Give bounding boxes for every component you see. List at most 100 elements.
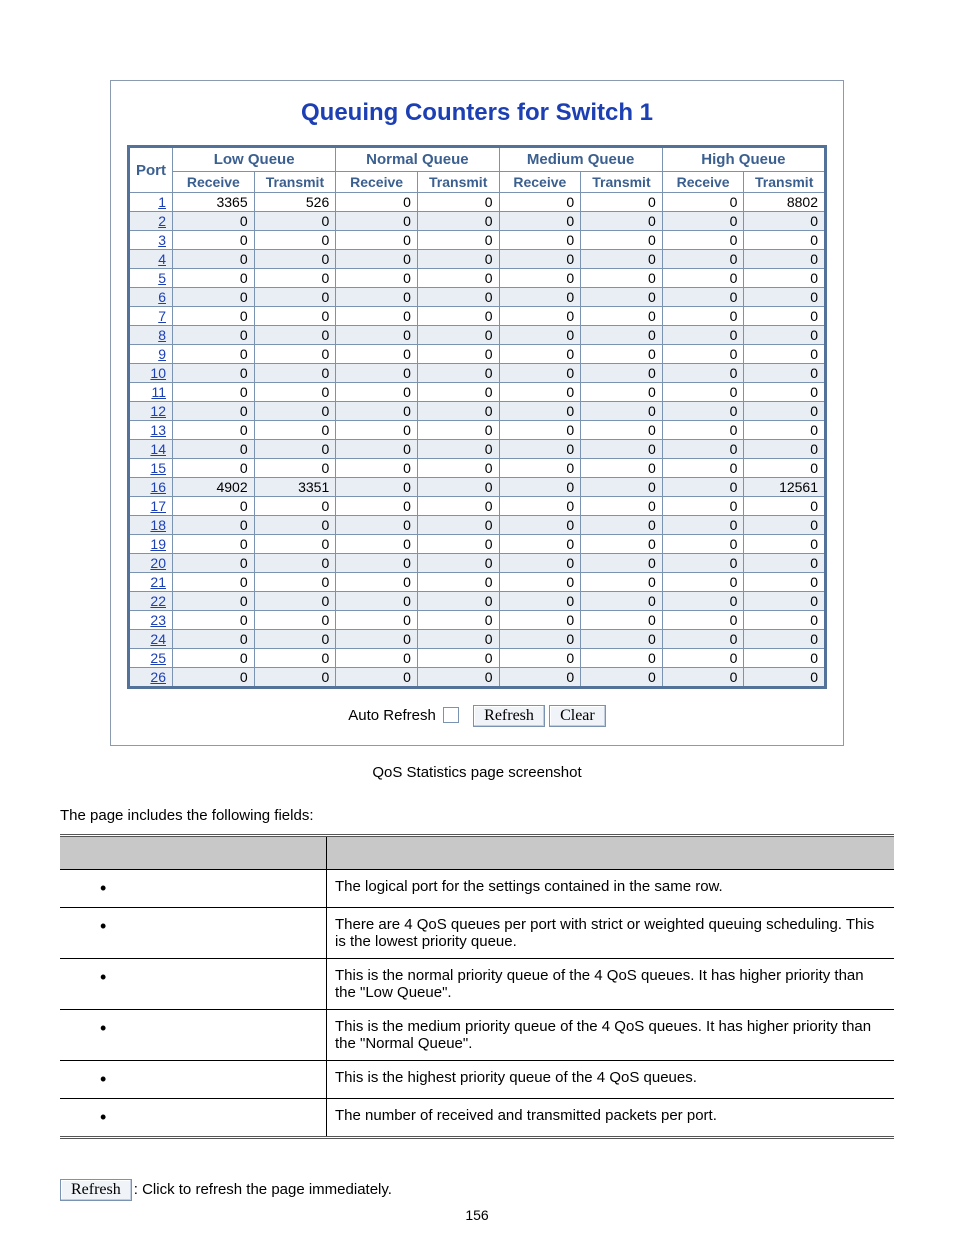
field-bullet [60, 870, 327, 908]
counter-cell: 0 [336, 478, 418, 497]
counter-cell: 0 [744, 212, 826, 231]
counter-cell: 0 [744, 421, 826, 440]
table-row: 900000000 [129, 345, 826, 364]
counter-cell: 0 [417, 535, 499, 554]
col-port: Port [129, 147, 173, 193]
table-row: 1900000000 [129, 535, 826, 554]
counter-cell: 0 [254, 307, 336, 326]
counter-cell: 0 [417, 611, 499, 630]
counter-cell: 0 [499, 307, 581, 326]
refresh-button[interactable]: Refresh [473, 705, 545, 727]
port-link[interactable]: 15 [129, 459, 173, 478]
port-link[interactable]: 7 [129, 307, 173, 326]
auto-refresh-checkbox[interactable] [443, 707, 459, 723]
table-row: 600000000 [129, 288, 826, 307]
clear-button[interactable]: Clear [549, 705, 606, 727]
port-link[interactable]: 9 [129, 345, 173, 364]
port-link[interactable]: 26 [129, 668, 173, 688]
counter-cell: 0 [336, 193, 418, 212]
field-bullet [60, 1010, 327, 1061]
counter-cell: 0 [744, 497, 826, 516]
counter-cell: 0 [336, 269, 418, 288]
counter-cell: 0 [254, 573, 336, 592]
port-link[interactable]: 24 [129, 630, 173, 649]
counter-cell: 0 [499, 630, 581, 649]
port-link[interactable]: 18 [129, 516, 173, 535]
port-link[interactable]: 8 [129, 326, 173, 345]
col-sub: Receive [336, 172, 418, 193]
counter-cell: 0 [581, 592, 663, 611]
port-link[interactable]: 6 [129, 288, 173, 307]
counter-cell: 0 [581, 231, 663, 250]
counter-cell: 0 [744, 231, 826, 250]
port-link[interactable]: 3 [129, 231, 173, 250]
counter-cell: 0 [662, 592, 744, 611]
port-link[interactable]: 4 [129, 250, 173, 269]
port-link[interactable]: 20 [129, 554, 173, 573]
port-link[interactable]: 1 [129, 193, 173, 212]
counter-cell: 0 [417, 383, 499, 402]
table-row: 16490233510000012561 [129, 478, 826, 497]
field-bullet [60, 959, 327, 1010]
counter-cell: 0 [417, 402, 499, 421]
counter-cell: 0 [662, 535, 744, 554]
table-row: 2000000000 [129, 554, 826, 573]
counter-cell: 0 [581, 497, 663, 516]
counter-cell: 0 [744, 573, 826, 592]
counter-cell: 0 [581, 630, 663, 649]
port-link[interactable]: 2 [129, 212, 173, 231]
counter-cell: 0 [744, 516, 826, 535]
counter-cell: 0 [499, 554, 581, 573]
counter-cell: 0 [581, 554, 663, 573]
counter-cell: 0 [173, 497, 255, 516]
counter-cell: 0 [581, 326, 663, 345]
port-link[interactable]: 22 [129, 592, 173, 611]
port-link[interactable]: 25 [129, 649, 173, 668]
counter-cell: 0 [173, 630, 255, 649]
counter-cell: 0 [417, 269, 499, 288]
counter-cell: 0 [173, 383, 255, 402]
counter-cell: 0 [662, 554, 744, 573]
field-description: The number of received and transmitted p… [327, 1099, 895, 1138]
field-description: The logical port for the settings contai… [327, 870, 895, 908]
counter-cell: 0 [173, 288, 255, 307]
port-link[interactable]: 5 [129, 269, 173, 288]
counter-cell: 0 [662, 573, 744, 592]
counter-cell: 526 [254, 193, 336, 212]
counter-cell: 0 [336, 668, 418, 688]
port-link[interactable]: 23 [129, 611, 173, 630]
port-link[interactable]: 12 [129, 402, 173, 421]
counter-cell: 0 [499, 649, 581, 668]
counter-cell: 0 [744, 630, 826, 649]
counter-cell: 0 [499, 269, 581, 288]
counter-cell: 0 [581, 421, 663, 440]
counter-cell: 0 [336, 611, 418, 630]
counter-cell: 0 [417, 440, 499, 459]
page-number: 156 [0, 1207, 954, 1223]
counter-cell: 0 [254, 383, 336, 402]
port-link[interactable]: 16 [129, 478, 173, 497]
table-row: 2500000000 [129, 649, 826, 668]
counter-cell: 0 [499, 364, 581, 383]
port-link[interactable]: 10 [129, 364, 173, 383]
counter-cell: 0 [254, 630, 336, 649]
table-row: 2200000000 [129, 592, 826, 611]
port-link[interactable]: 11 [129, 383, 173, 402]
col-normal-queue: Normal Queue [336, 147, 499, 172]
counter-cell: 0 [254, 421, 336, 440]
counter-cell: 0 [417, 231, 499, 250]
counter-cell: 0 [336, 497, 418, 516]
counter-cell: 0 [499, 668, 581, 688]
port-link[interactable]: 14 [129, 440, 173, 459]
refresh-button-inline[interactable]: Refresh [60, 1179, 132, 1201]
col-sub: Receive [173, 172, 255, 193]
port-link[interactable]: 13 [129, 421, 173, 440]
counter-cell: 0 [417, 288, 499, 307]
port-link[interactable]: 17 [129, 497, 173, 516]
counter-cell: 0 [744, 326, 826, 345]
counter-cell: 0 [417, 516, 499, 535]
port-link[interactable]: 21 [129, 573, 173, 592]
counter-cell: 0 [336, 459, 418, 478]
port-link[interactable]: 19 [129, 535, 173, 554]
page-title: Queuing Counters for Switch 1 [127, 99, 827, 127]
